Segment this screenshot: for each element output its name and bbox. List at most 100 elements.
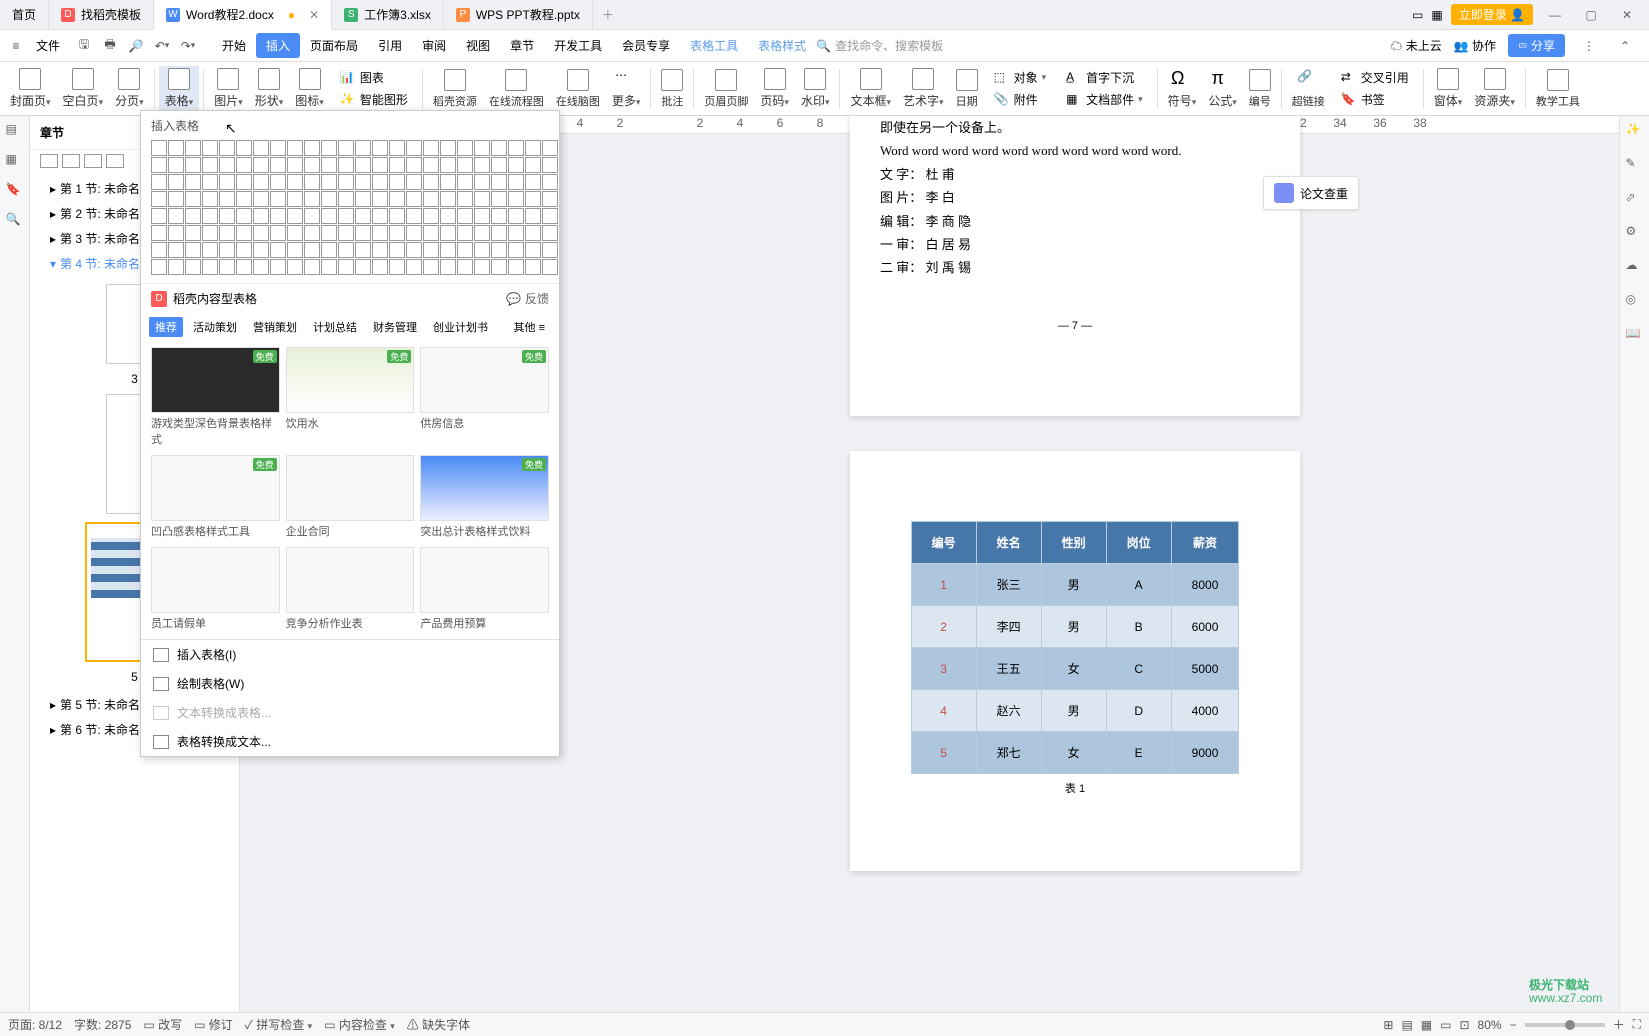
grid-cell[interactable]	[304, 225, 320, 241]
maximize-button[interactable]: ▢	[1577, 8, 1605, 22]
grid-cell[interactable]	[440, 259, 456, 275]
grid-cell[interactable]	[185, 191, 201, 207]
table-row[interactable]: 5郑七女E9000	[911, 732, 1239, 774]
teach-button[interactable]: 教学工具	[1530, 67, 1586, 111]
cover-button[interactable]: 封面页▾	[4, 66, 57, 111]
grid-cell[interactable]	[457, 140, 473, 156]
grid-cell[interactable]	[236, 208, 252, 224]
grid-cell[interactable]	[253, 174, 269, 190]
table-row[interactable]: 3王五女C5000	[911, 648, 1239, 690]
grid-cell[interactable]	[219, 242, 235, 258]
grid-cell[interactable]	[525, 191, 541, 207]
grid-cell[interactable]	[542, 191, 558, 207]
grid-cell[interactable]	[236, 242, 252, 258]
smart-button[interactable]: ✨智能图形	[334, 89, 414, 110]
cloud-icon[interactable]: ☁	[1626, 258, 1644, 276]
grid-cell[interactable]	[542, 208, 558, 224]
grid-cell[interactable]	[542, 259, 558, 275]
grid-cell[interactable]	[542, 174, 558, 190]
grid-cell[interactable]	[219, 225, 235, 241]
grid-cell[interactable]	[457, 225, 473, 241]
menu-view[interactable]: 视图	[456, 33, 500, 58]
tab-home[interactable]: 首页	[0, 0, 49, 30]
grid-cell[interactable]	[168, 259, 184, 275]
grid-cell[interactable]	[474, 208, 490, 224]
grid-cell[interactable]	[508, 140, 524, 156]
grid-cell[interactable]	[542, 242, 558, 258]
close-icon[interactable]: ✕	[309, 8, 319, 22]
tab-excel[interactable]: S工作簿3.xlsx	[332, 0, 444, 30]
grid-cell[interactable]	[423, 242, 439, 258]
grid-cell[interactable]	[321, 242, 337, 258]
grid-cell[interactable]	[355, 157, 371, 173]
flow-button[interactable]: 在线流程图	[483, 67, 550, 111]
grid-cell[interactable]	[491, 242, 507, 258]
menu-tabletool[interactable]: 表格工具	[680, 33, 748, 58]
grid-cell[interactable]	[202, 157, 218, 173]
zoom-fit[interactable]: ⊡	[1459, 1018, 1469, 1032]
word-count[interactable]: 字数: 2875	[74, 1016, 131, 1033]
grid-cell[interactable]	[423, 208, 439, 224]
template-item[interactable]	[151, 547, 280, 613]
table-row[interactable]: 4赵六男D4000	[911, 690, 1239, 732]
grid-cell[interactable]	[151, 208, 167, 224]
grid-cell[interactable]	[423, 174, 439, 190]
grid-cell[interactable]	[287, 208, 303, 224]
view-mode-2[interactable]: ▤	[1401, 1018, 1412, 1032]
grid-cell[interactable]	[338, 225, 354, 241]
mind-button[interactable]: 在线脑图	[550, 67, 606, 111]
grid-cell[interactable]	[457, 208, 473, 224]
bookmark-button[interactable]: 🔖书签	[1335, 89, 1415, 110]
docpart-button[interactable]: ▦文档部件▾	[1060, 89, 1149, 110]
grid-cell[interactable]	[321, 208, 337, 224]
location-icon[interactable]: ◎	[1626, 292, 1644, 310]
grid-cell[interactable]	[406, 174, 422, 190]
grid-cell[interactable]	[389, 242, 405, 258]
grid-cell[interactable]	[253, 208, 269, 224]
nav-tool-4[interactable]	[106, 154, 124, 168]
grid-cell[interactable]	[406, 225, 422, 241]
insert-table-item[interactable]: 插入表格(I)	[141, 640, 559, 669]
grid-cell[interactable]	[440, 225, 456, 241]
hyperlink-button[interactable]: 🔗超链接	[1286, 67, 1331, 111]
grid-cell[interactable]	[355, 140, 371, 156]
template-item[interactable]: 免费	[151, 347, 280, 413]
grid-cell[interactable]	[525, 174, 541, 190]
page-indicator[interactable]: 页面: 8/12	[8, 1016, 62, 1033]
share-button[interactable]: ⮹ 分享	[1508, 34, 1565, 57]
grid-cell[interactable]	[474, 157, 490, 173]
wordart-button[interactable]: 艺术字▾	[897, 66, 950, 111]
grid-cell[interactable]	[440, 191, 456, 207]
grid-cell[interactable]	[185, 140, 201, 156]
grid-cell[interactable]	[270, 157, 286, 173]
grid-cell[interactable]	[185, 174, 201, 190]
grid-cell[interactable]	[270, 208, 286, 224]
grid-cell[interactable]	[508, 157, 524, 173]
nav-tool-1[interactable]	[40, 154, 58, 168]
grid-cell[interactable]	[372, 157, 388, 173]
redo-icon[interactable]: ↷▾	[176, 34, 200, 58]
pen-icon[interactable]: ✎	[1626, 156, 1644, 174]
template-category[interactable]: 创业计划书	[427, 317, 494, 337]
dres-button[interactable]: 稻壳资源	[427, 67, 483, 111]
grid-cell[interactable]	[423, 225, 439, 241]
grid-cell[interactable]	[474, 174, 490, 190]
template-item[interactable]: 免费	[151, 455, 280, 521]
grid-cell[interactable]	[287, 242, 303, 258]
close-window-button[interactable]: ✕	[1613, 8, 1641, 22]
symbol-button[interactable]: Ω符号▾	[1162, 66, 1203, 111]
grid-cell[interactable]	[253, 157, 269, 173]
fullscreen-icon[interactable]: ⛶	[1633, 1017, 1641, 1032]
grid-cell[interactable]	[525, 157, 541, 173]
comment-button[interactable]: 批注	[655, 67, 689, 111]
menu-vip[interactable]: 会员专享	[612, 33, 680, 58]
template-category[interactable]: 活动策划	[187, 317, 243, 337]
grid-cell[interactable]	[525, 242, 541, 258]
collab-button[interactable]: 👥 协作	[1454, 37, 1496, 54]
grid-cell[interactable]	[338, 174, 354, 190]
grid-cell[interactable]	[355, 191, 371, 207]
grid-cell[interactable]	[474, 259, 490, 275]
grid-cell[interactable]	[270, 259, 286, 275]
grid-cell[interactable]	[168, 191, 184, 207]
search-rail-icon[interactable]: 🔍	[6, 212, 24, 230]
